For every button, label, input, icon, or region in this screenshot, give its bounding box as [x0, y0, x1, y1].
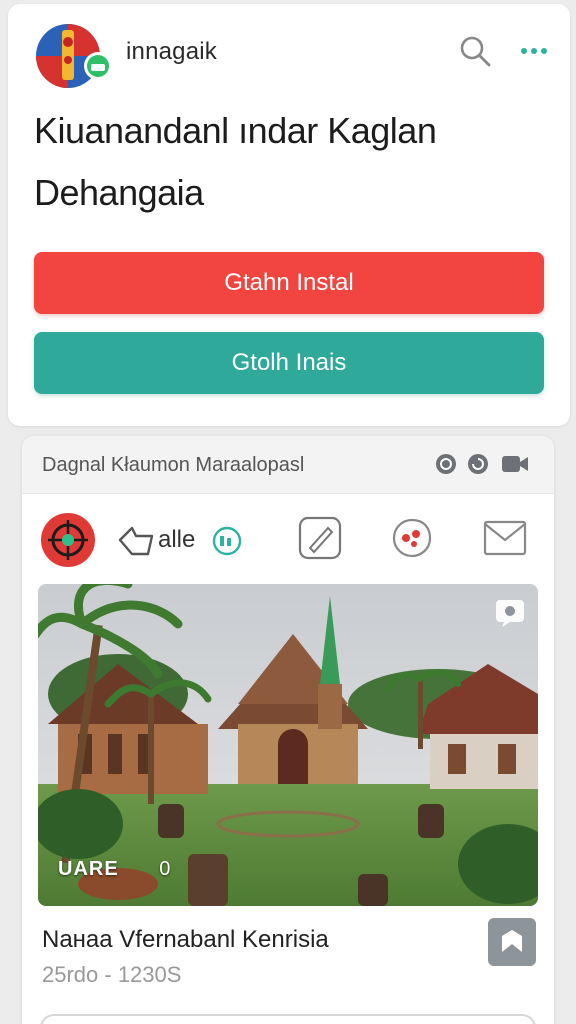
chat-bubble-icon[interactable]: [494, 596, 526, 628]
video-icon[interactable]: [500, 452, 530, 476]
app-name: innagaik: [126, 38, 218, 65]
comment-input-hint[interactable]: [40, 1014, 536, 1024]
install-button[interactable]: Gtahn Instal: [34, 252, 544, 314]
bookmark-button[interactable]: [488, 918, 536, 966]
search-icon[interactable]: [458, 34, 492, 68]
bookmark-icon: [502, 930, 522, 952]
like-label: alle: [158, 526, 196, 553]
install-card: innagaik Kiuanandanl ındar Kaglan Dehang…: [8, 4, 570, 426]
more-icon[interactable]: [514, 34, 554, 68]
like-icon[interactable]: [118, 524, 156, 563]
page-title: Kiuanandanl ındar Kaglan Dehangaia: [34, 110, 437, 213]
chat-badge-icon[interactable]: [210, 526, 244, 561]
photo-badge: UARE 0: [58, 858, 171, 881]
item-meta: 25rdo - 1230S: [42, 962, 182, 987]
item-title: Naнaa Vfernabanl Kenrisia: [42, 926, 329, 953]
app-logo: [34, 20, 118, 92]
post-actions: alle: [22, 508, 554, 574]
refresh-icon[interactable]: [466, 452, 490, 476]
post-photo[interactable]: UARE 0: [38, 584, 538, 906]
sticker-icon[interactable]: [390, 516, 434, 565]
mail-icon[interactable]: [482, 518, 528, 563]
avatar-icon[interactable]: [40, 512, 96, 573]
post-header-title: Dagnal Kłaumon Maraalopasl: [42, 454, 305, 476]
photo-badge-label: UARE: [58, 858, 119, 880]
photo-badge-count: 0: [159, 858, 172, 880]
post-header: Dagnal Kłaumon Maraalopasl: [22, 436, 554, 494]
globe-icon[interactable]: [434, 452, 458, 476]
edit-icon[interactable]: [298, 516, 342, 565]
post-card: Dagnal Kłaumon Maraalopasl alle UARE 0 N…: [22, 436, 554, 1024]
secondary-button[interactable]: Gtolh Inais: [34, 332, 544, 394]
